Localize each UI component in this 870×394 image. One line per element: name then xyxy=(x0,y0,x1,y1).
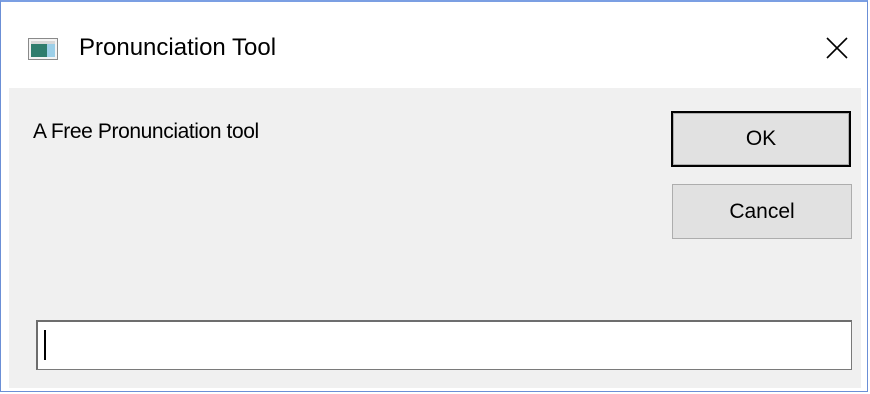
text-input[interactable] xyxy=(36,320,852,370)
text-caret xyxy=(44,330,46,360)
window-title: Pronunciation Tool xyxy=(79,34,277,61)
dialog-client-area: A Free Pronunciation tool OK Cancel xyxy=(9,88,861,388)
cancel-button[interactable]: Cancel xyxy=(672,184,852,239)
title-bar[interactable]: Pronunciation Tool xyxy=(1,2,867,86)
app-window-icon xyxy=(28,38,58,60)
dialog-window: Pronunciation Tool A Free Pronunciation … xyxy=(0,0,868,392)
prompt-label: A Free Pronunciation tool xyxy=(33,120,259,143)
ok-button[interactable]: OK xyxy=(671,111,851,167)
close-icon[interactable] xyxy=(821,32,853,64)
